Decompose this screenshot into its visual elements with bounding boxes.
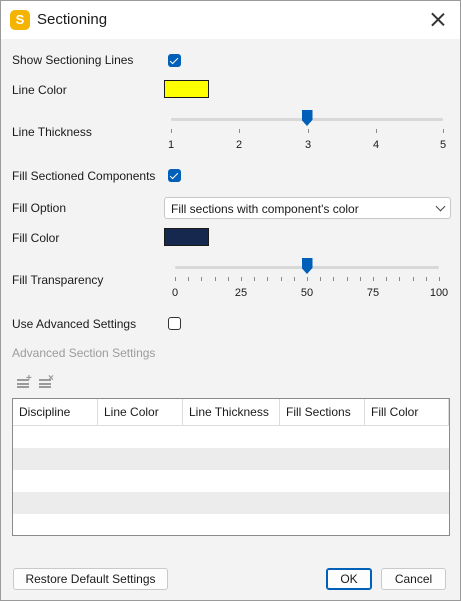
title-bar: S Sectioning xyxy=(1,1,460,39)
tick-mark xyxy=(175,277,176,281)
tick-mark xyxy=(359,277,361,281)
fill-color-swatch[interactable] xyxy=(164,228,209,246)
ok-button[interactable]: OK xyxy=(326,568,372,590)
tick-mark xyxy=(425,277,427,281)
tick-mark xyxy=(439,277,440,281)
tick-mark xyxy=(443,129,444,133)
tick-mark xyxy=(373,277,374,281)
table-row xyxy=(13,470,449,492)
line-thickness-tick-label: 3 xyxy=(304,139,312,151)
fill-transparency-thumb[interactable] xyxy=(301,258,313,274)
tick-mark xyxy=(333,277,335,281)
cancel-button[interactable]: Cancel xyxy=(381,568,446,590)
restore-default-settings-button[interactable]: Restore Default Settings xyxy=(13,568,168,590)
close-button[interactable] xyxy=(427,9,449,31)
column-header-fill-sections[interactable]: Fill Sections xyxy=(280,399,365,425)
use-advanced-settings-label: Use Advanced Settings xyxy=(12,317,137,331)
app-logo-icon: S xyxy=(10,10,30,30)
tick-mark xyxy=(280,277,282,281)
tick-mark xyxy=(320,277,322,281)
fill-transparency-tick-label: 50 xyxy=(300,287,314,299)
add-row-icon[interactable]: + xyxy=(16,374,32,389)
tick-mark xyxy=(267,277,269,281)
tick-mark xyxy=(201,277,203,281)
tick-mark xyxy=(241,277,242,281)
tick-mark xyxy=(188,277,190,281)
show-sectioning-lines-label: Show Sectioning Lines xyxy=(12,53,134,67)
chevron-down-icon xyxy=(435,201,446,212)
table-header: Discipline Line Color Line Thickness Fil… xyxy=(13,399,449,426)
fill-option-selected-value: Fill sections with component's color xyxy=(171,202,359,216)
delete-row-icon[interactable]: × xyxy=(38,374,54,389)
line-thickness-tick-label: 1 xyxy=(167,139,175,151)
table-row xyxy=(13,426,449,448)
show-sectioning-lines-checkbox[interactable] xyxy=(168,54,181,67)
advanced-settings-table[interactable]: Discipline Line Color Line Thickness Fil… xyxy=(12,398,450,536)
fill-transparency-tick-label: 25 xyxy=(234,287,248,299)
advanced-section-settings-heading: Advanced Section Settings xyxy=(12,346,156,360)
line-color-label: Line Color xyxy=(12,83,67,97)
column-header-fill-color[interactable]: Fill Color xyxy=(365,399,449,425)
line-thickness-label: Line Thickness xyxy=(12,125,92,139)
column-header-line-thickness[interactable]: Line Thickness xyxy=(183,399,280,425)
line-thickness-tick-label: 2 xyxy=(235,139,243,151)
tick-mark xyxy=(307,277,308,281)
column-header-line-color[interactable]: Line Color xyxy=(98,399,183,425)
line-thickness-tick-label: 5 xyxy=(439,139,447,151)
tick-mark xyxy=(386,277,388,281)
table-row xyxy=(13,448,449,470)
column-header-discipline[interactable]: Discipline xyxy=(13,399,98,425)
line-thickness-tick-label: 4 xyxy=(372,139,380,151)
tick-mark xyxy=(227,277,229,281)
fill-sectioned-components-label: Fill Sectioned Components xyxy=(12,169,156,183)
fill-option-dropdown[interactable]: Fill sections with component's color xyxy=(164,197,451,219)
tick-mark xyxy=(214,277,216,281)
line-thickness-thumb[interactable] xyxy=(301,110,313,126)
tick-mark xyxy=(239,129,240,133)
dialog-title: Sectioning xyxy=(37,11,108,28)
sectioning-dialog: S Sectioning Show Sectioning Lines Line … xyxy=(0,0,461,601)
fill-transparency-tick-label: 75 xyxy=(366,287,380,299)
tick-mark xyxy=(171,129,172,133)
tick-mark xyxy=(254,277,256,281)
tick-mark xyxy=(308,129,309,133)
tick-mark xyxy=(346,277,348,281)
fill-transparency-tick-label: 0 xyxy=(171,287,179,299)
fill-option-label: Fill Option xyxy=(12,201,67,215)
tick-mark xyxy=(376,129,377,133)
tick-mark xyxy=(399,277,401,281)
use-advanced-settings-checkbox[interactable] xyxy=(168,317,181,330)
fill-color-label: Fill Color xyxy=(12,231,60,245)
table-row xyxy=(13,492,449,514)
fill-transparency-label: Fill Transparency xyxy=(12,273,104,287)
fill-sectioned-components-checkbox[interactable] xyxy=(168,169,181,182)
tick-mark xyxy=(412,277,414,281)
fill-transparency-tick-label: 100 xyxy=(429,287,449,299)
line-color-swatch[interactable] xyxy=(164,80,209,98)
tick-mark xyxy=(293,277,295,281)
table-row xyxy=(13,514,449,535)
